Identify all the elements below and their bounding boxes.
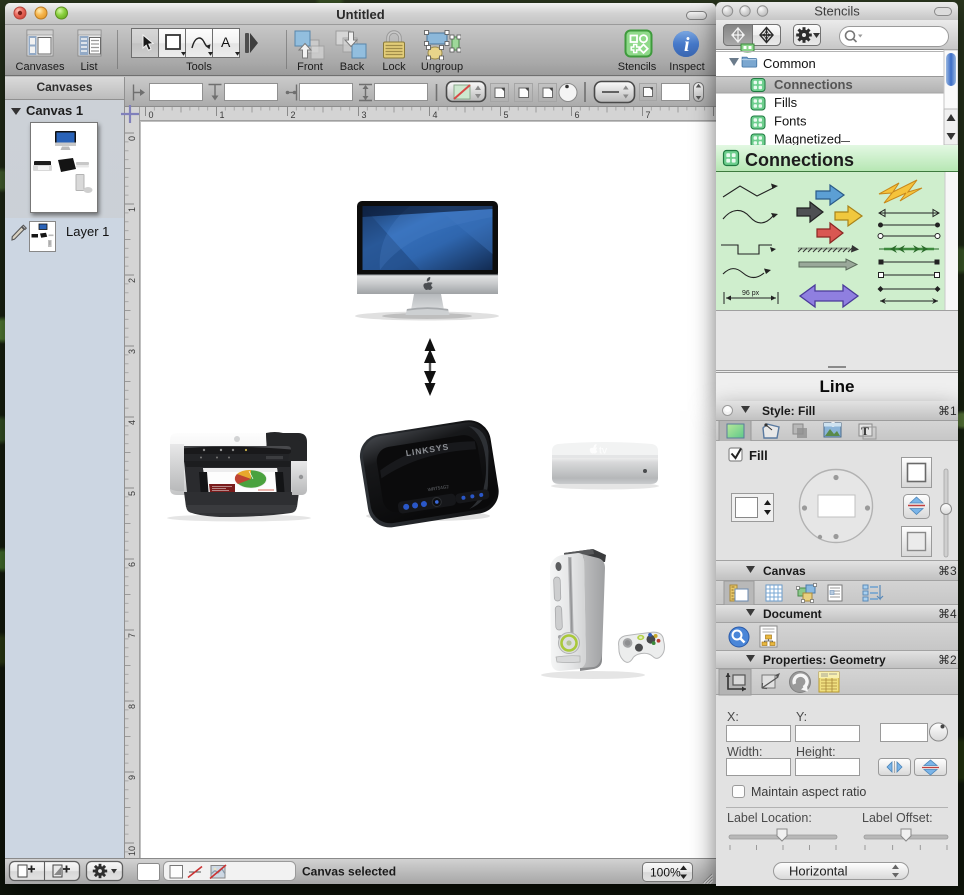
svg-text:Properties: Geometry: Properties: Geometry: [763, 653, 886, 667]
svg-text:⌘3: ⌘3: [938, 564, 957, 578]
svg-text:96 px: 96 px: [742, 290, 760, 297]
svg-text:2: 2: [291, 110, 296, 120]
svg-text:Width:: Width:: [727, 745, 762, 759]
svg-text:tv: tv: [599, 445, 608, 457]
svg-text:4: 4: [433, 110, 438, 120]
svg-text:⌘1: ⌘1: [938, 404, 957, 418]
svg-text:⌘2: ⌘2: [938, 653, 957, 667]
svg-text:10: 10: [127, 846, 137, 856]
svg-text:Canvas: Canvas: [763, 564, 806, 578]
svg-text:6: 6: [575, 110, 580, 120]
svg-text:Label Location:: Label Location:: [727, 811, 812, 825]
svg-text:1: 1: [220, 110, 225, 120]
svg-text:i: i: [684, 34, 690, 56]
svg-text:Stencils: Stencils: [814, 4, 860, 19]
svg-text:Fills: Fills: [774, 95, 798, 110]
svg-text:Fill: Fill: [749, 448, 768, 463]
svg-text:Magnetized: Magnetized: [774, 132, 841, 147]
svg-text:Maintain aspect ratio: Maintain aspect ratio: [751, 785, 866, 799]
svg-text:⌘4: ⌘4: [938, 607, 957, 621]
svg-text:2: 2: [127, 278, 137, 283]
svg-text:Fonts: Fonts: [774, 114, 807, 129]
svg-text:T: T: [861, 424, 869, 438]
svg-text:Height:: Height:: [796, 745, 836, 759]
svg-text:Canvas selected: Canvas selected: [302, 865, 396, 879]
svg-text:8: 8: [127, 704, 137, 709]
svg-text:0: 0: [149, 110, 154, 120]
svg-text:1: 1: [127, 207, 137, 212]
svg-text:100%: 100%: [650, 866, 681, 880]
svg-text:Document: Document: [763, 607, 822, 621]
svg-text:0: 0: [127, 136, 137, 141]
svg-text:Y:: Y:: [796, 710, 807, 724]
svg-text:9: 9: [127, 775, 137, 780]
svg-text:7: 7: [127, 633, 137, 638]
svg-text:Style: Fill: Style: Fill: [762, 404, 815, 418]
svg-text:Connections: Connections: [774, 77, 853, 92]
svg-text:5: 5: [504, 110, 509, 120]
svg-text:4: 4: [127, 420, 137, 425]
svg-text:A: A: [221, 34, 231, 50]
svg-text:Label Offset:: Label Offset:: [862, 811, 933, 825]
svg-text:3: 3: [127, 349, 137, 354]
svg-text:5: 5: [127, 491, 137, 496]
svg-text:Common: Common: [763, 56, 816, 71]
svg-text:X:: X:: [727, 710, 739, 724]
svg-text:Horizontal: Horizontal: [789, 864, 848, 879]
svg-text:Connections: Connections: [745, 150, 854, 170]
svg-text:6: 6: [127, 562, 137, 567]
svg-text:7: 7: [646, 110, 651, 120]
svg-text:Line: Line: [820, 377, 855, 396]
svg-text:3: 3: [362, 110, 367, 120]
